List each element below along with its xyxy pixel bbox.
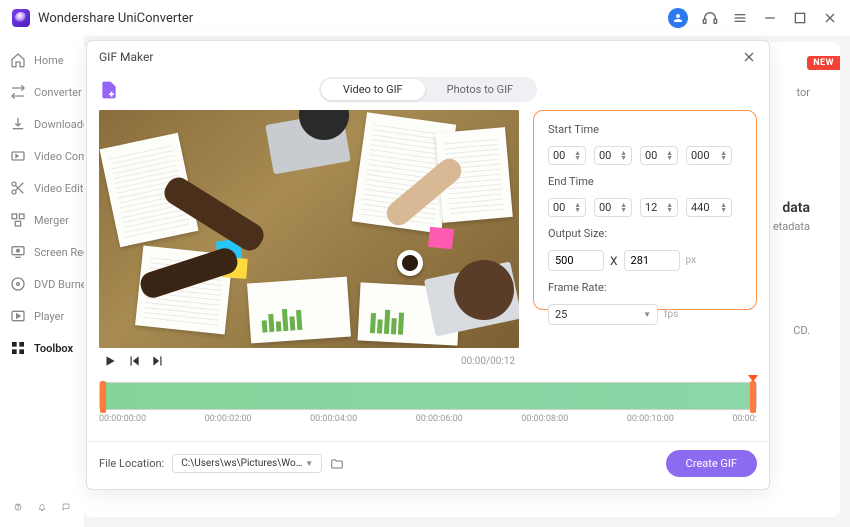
new-badge: NEW	[807, 56, 840, 70]
sidebar-item-label: Player	[34, 310, 64, 323]
bg-text: data	[782, 200, 810, 216]
download-icon	[10, 116, 26, 132]
modal-title: GIF Maker	[99, 50, 741, 64]
create-gif-button[interactable]: Create GIF	[666, 450, 757, 477]
home-icon	[10, 52, 26, 68]
tab-photos-to-gif[interactable]: Photos to GIF	[425, 79, 536, 100]
file-location-label: File Location:	[99, 457, 164, 470]
sidebar-item-merger[interactable]: Merger	[0, 204, 84, 236]
sidebar-item-label: Home	[34, 54, 64, 67]
sidebar-item-downloader[interactable]: Downloader	[0, 108, 84, 140]
timeline-end-handle[interactable]	[750, 381, 756, 413]
tab-video-to-gif[interactable]: Video to GIF	[321, 79, 425, 100]
start-ms-input[interactable]: 000▲▼	[686, 146, 732, 165]
convert-icon	[10, 84, 26, 100]
framerate-unit: fps	[664, 309, 678, 320]
headset-icon[interactable]	[702, 10, 718, 26]
output-height-input[interactable]	[624, 250, 680, 271]
bg-text: etadata	[773, 220, 810, 233]
avatar-icon[interactable]	[668, 8, 688, 28]
size-unit: px	[686, 255, 697, 266]
add-file-icon[interactable]	[99, 80, 119, 100]
sidebar-item-converter[interactable]: Converter	[0, 76, 84, 108]
merge-icon	[10, 212, 26, 228]
timeline-start-handle[interactable]	[100, 381, 106, 413]
start-time-label: Start Time	[548, 123, 742, 136]
sidebar-item-toolbox[interactable]: Toolbox	[0, 332, 84, 364]
sidebar-item-screen-recorder[interactable]: Screen Recorder	[0, 236, 84, 268]
sidebar-item-label: Merger	[34, 214, 69, 227]
bell-icon[interactable]	[38, 499, 46, 515]
play-button[interactable]	[103, 354, 117, 368]
sidebar-item-compressor[interactable]: Video Compressor	[0, 140, 84, 172]
app-logo	[12, 9, 30, 27]
timeline-ticks: 00:00:00:00 00:00:02:00 00:00:04:00 00:0…	[99, 410, 757, 432]
sidebar-item-label: Converter	[34, 86, 82, 99]
video-preview[interactable]	[99, 110, 519, 348]
feedback-icon[interactable]	[62, 499, 70, 515]
output-size-label: Output Size:	[548, 227, 742, 240]
play-icon	[10, 308, 26, 324]
sidebar-item-label: Screen Recorder	[34, 246, 84, 259]
end-ms-input[interactable]: 440▲▼	[686, 198, 732, 217]
modal-close-icon[interactable]	[741, 49, 757, 65]
sidebar-item-editor[interactable]: Video Editor	[0, 172, 84, 204]
sidebar-item-dvd-burner[interactable]: DVD Burner	[0, 268, 84, 300]
end-mm-input[interactable]: 00▲▼	[594, 198, 632, 217]
screen-icon	[10, 244, 26, 260]
sidebar-item-player[interactable]: Player	[0, 300, 84, 332]
help-icon[interactable]	[14, 499, 22, 515]
sidebar: Home Converter Downloader Video Compress…	[0, 36, 84, 527]
app-title: Wondershare UniConverter	[38, 11, 668, 26]
open-folder-icon[interactable]	[330, 457, 344, 471]
minimize-icon[interactable]	[762, 10, 778, 26]
close-icon[interactable]	[822, 10, 838, 26]
start-hh-input[interactable]: 00▲▼	[548, 146, 586, 165]
bg-text: CD.	[793, 324, 810, 337]
settings-panel: Start Time 00▲▼ 00▲▼ 00▲▼ 000▲▼ End Time…	[533, 110, 757, 310]
end-time-label: End Time	[548, 175, 742, 188]
menu-icon[interactable]	[732, 10, 748, 26]
disc-icon	[10, 276, 26, 292]
sidebar-item-label: Video Compressor	[34, 150, 84, 163]
end-hh-input[interactable]: 00▲▼	[548, 198, 586, 217]
size-separator: X	[610, 254, 618, 268]
file-location-select[interactable]: C:\Users\ws\Pictures\Wonders▼	[172, 454, 322, 473]
toolbox-icon	[10, 340, 26, 356]
mode-tabs: Video to GIF Photos to GIF	[319, 77, 537, 102]
sidebar-item-home[interactable]: Home	[0, 44, 84, 76]
player-timecode: 00:00/00:12	[461, 356, 515, 367]
output-width-input[interactable]	[548, 250, 604, 271]
sidebar-item-label: DVD Burner	[34, 278, 84, 291]
framerate-label: Frame Rate:	[548, 281, 742, 294]
start-mm-input[interactable]: 00▲▼	[594, 146, 632, 165]
compress-icon	[10, 148, 26, 164]
timeline[interactable]	[99, 382, 757, 410]
sidebar-item-label: Downloader	[34, 118, 84, 131]
prev-frame-button[interactable]	[127, 354, 141, 368]
maximize-icon[interactable]	[792, 10, 808, 26]
bg-text: tor	[797, 86, 811, 99]
sidebar-item-label: Video Editor	[34, 182, 84, 195]
framerate-select[interactable]: 25▼	[548, 304, 658, 325]
player-controls: 00:00/00:12	[99, 348, 519, 374]
scissors-icon	[10, 180, 26, 196]
start-ss-input[interactable]: 00▲▼	[640, 146, 678, 165]
gif-maker-modal: GIF Maker Video to GIF Photos to GIF	[86, 40, 770, 490]
sidebar-item-label: Toolbox	[34, 342, 73, 355]
next-frame-button[interactable]	[151, 354, 165, 368]
titlebar: Wondershare UniConverter	[0, 0, 850, 36]
end-ss-input[interactable]: 12▲▼	[640, 198, 678, 217]
